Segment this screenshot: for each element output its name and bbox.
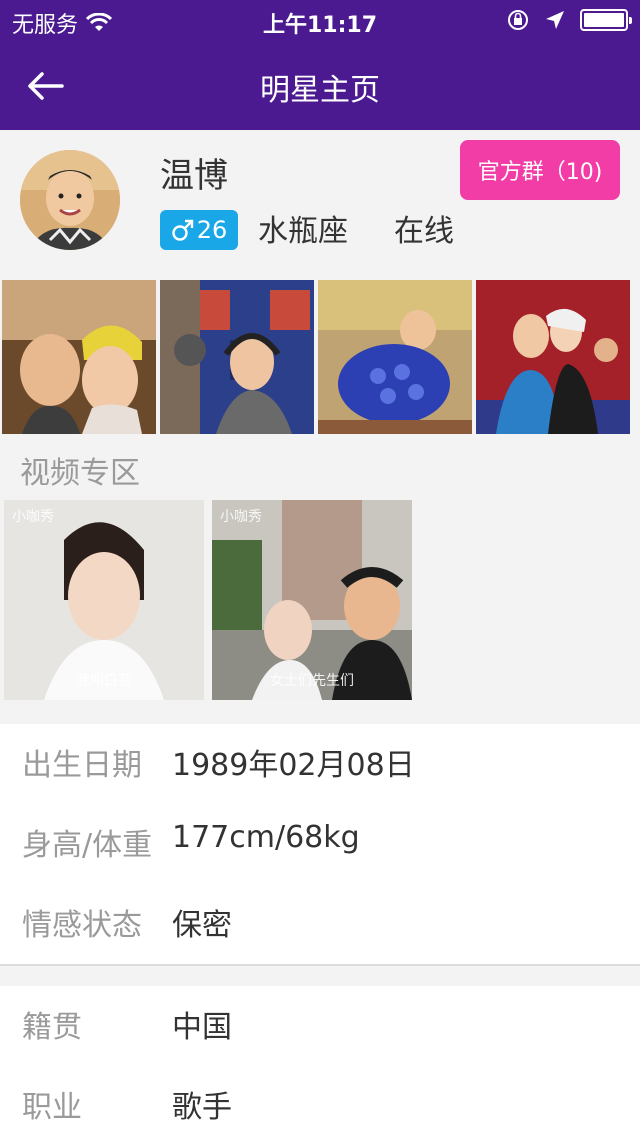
- photo-gallery: [2, 280, 638, 434]
- user-name: 温博: [160, 156, 228, 196]
- relationship-value: 保密: [172, 908, 232, 943]
- online-status: 在线: [394, 214, 454, 249]
- photo-thumbnail[interactable]: [160, 280, 314, 434]
- rotation-lock-icon: [508, 10, 528, 30]
- info-row-job: 职业 歌手: [0, 1072, 640, 1132]
- height-value: 177cm/68kg: [172, 820, 360, 855]
- zodiac-label: 水瓶座: [258, 214, 348, 249]
- video-caption: 我叫白芸: [76, 673, 132, 689]
- photo-thumbnail[interactable]: [318, 280, 472, 434]
- basic-info-card: 出生日期 1989年02月08日 身高/体重 177cm/68kg 情感状态 保…: [0, 724, 640, 964]
- height-label: 身高/体重: [22, 828, 153, 863]
- battery-icon: [580, 9, 632, 31]
- info-row-relationship: 情感状态 保密: [0, 890, 640, 950]
- hometown-value: 中国: [172, 1010, 232, 1045]
- official-group-button[interactable]: 官方群（10): [460, 140, 620, 200]
- video-list: 小咖秀 我叫白芸 小咖秀 女士们先生们: [4, 500, 412, 700]
- extra-info-card: 籍贯 中国 职业 歌手: [0, 986, 640, 1136]
- job-value: 歌手: [172, 1090, 232, 1125]
- page-title: 明星主页: [260, 73, 380, 108]
- avatar[interactable]: [20, 150, 120, 250]
- info-row-hometown: 籍贯 中国: [0, 992, 640, 1052]
- video-section-title: 视频专区: [20, 456, 140, 491]
- video-thumbnail[interactable]: 小咖秀 我叫白芸: [4, 500, 204, 700]
- birth-label: 出生日期: [22, 748, 142, 783]
- birth-value: 1989年02月08日: [172, 748, 415, 783]
- info-row-height: 身高/体重 177cm/68kg: [0, 810, 640, 870]
- photo-thumbnail[interactable]: [476, 280, 630, 434]
- location-icon: [546, 11, 564, 29]
- profile-header: 温博 26 水瓶座 在线 官方群（10): [0, 130, 640, 280]
- section-divider: [0, 964, 640, 986]
- photo-thumbnail[interactable]: [2, 280, 156, 434]
- video-thumbnail[interactable]: 小咖秀 女士们先生们: [212, 500, 412, 700]
- relationship-label: 情感状态: [22, 908, 142, 943]
- gender-age-badge: 26: [160, 210, 238, 250]
- info-row-birth: 出生日期 1989年02月08日: [0, 730, 640, 790]
- male-icon: [172, 219, 193, 241]
- status-bar: 无服务 上午11:17: [0, 0, 640, 40]
- video-caption: 女士们先生们: [270, 673, 354, 689]
- video-watermark: 小咖秀: [12, 509, 54, 525]
- video-watermark: 小咖秀: [220, 509, 262, 525]
- nav-bar: 明星主页: [0, 40, 640, 130]
- hometown-label: 籍贯: [22, 1010, 82, 1045]
- job-label: 职业: [22, 1090, 82, 1125]
- age-label: 26: [196, 216, 228, 244]
